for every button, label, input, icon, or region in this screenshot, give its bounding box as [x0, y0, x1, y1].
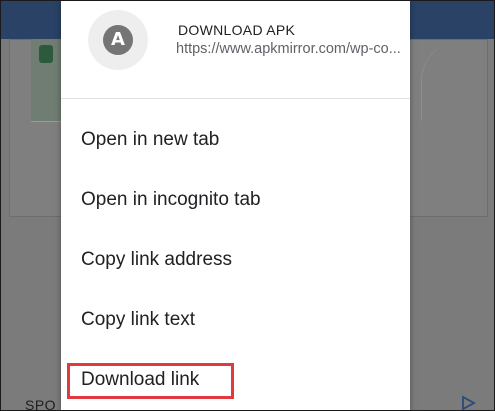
- highlight-annotation: [67, 363, 234, 399]
- favicon-avatar: A: [88, 10, 148, 70]
- context-menu-header: A DOWNLOAD APK https://www.apkmirror.com…: [61, 1, 410, 99]
- avatar-letter: A: [103, 25, 133, 55]
- context-menu: A DOWNLOAD APK https://www.apkmirror.com…: [61, 1, 410, 410]
- menu-item-copy-link-address[interactable]: Copy link address: [61, 230, 410, 290]
- map-road: [31, 121, 63, 122]
- link-title: DOWNLOAD APK: [178, 22, 296, 38]
- map-pin-icon: [39, 45, 53, 63]
- menu-item-open-new-tab[interactable]: Open in new tab: [61, 110, 410, 170]
- menu-item-open-incognito-tab[interactable]: Open in incognito tab: [61, 170, 410, 230]
- screenshot-frame: SPO A DOWNLOAD APK https://www.apkmirror…: [0, 0, 495, 411]
- menu-item-label: Open in incognito tab: [81, 189, 261, 210]
- menu-item-label: Open in new tab: [81, 129, 220, 150]
- play-triangle-icon: [462, 395, 476, 410]
- menu-item-label: Copy link text: [81, 309, 196, 330]
- link-url: https://www.apkmirror.com/wp-co...: [176, 41, 401, 57]
- menu-item-copy-link-text[interactable]: Copy link text: [61, 290, 410, 350]
- background-bottom-text: SPO: [25, 397, 57, 411]
- menu-item-label: Copy link address: [81, 249, 233, 270]
